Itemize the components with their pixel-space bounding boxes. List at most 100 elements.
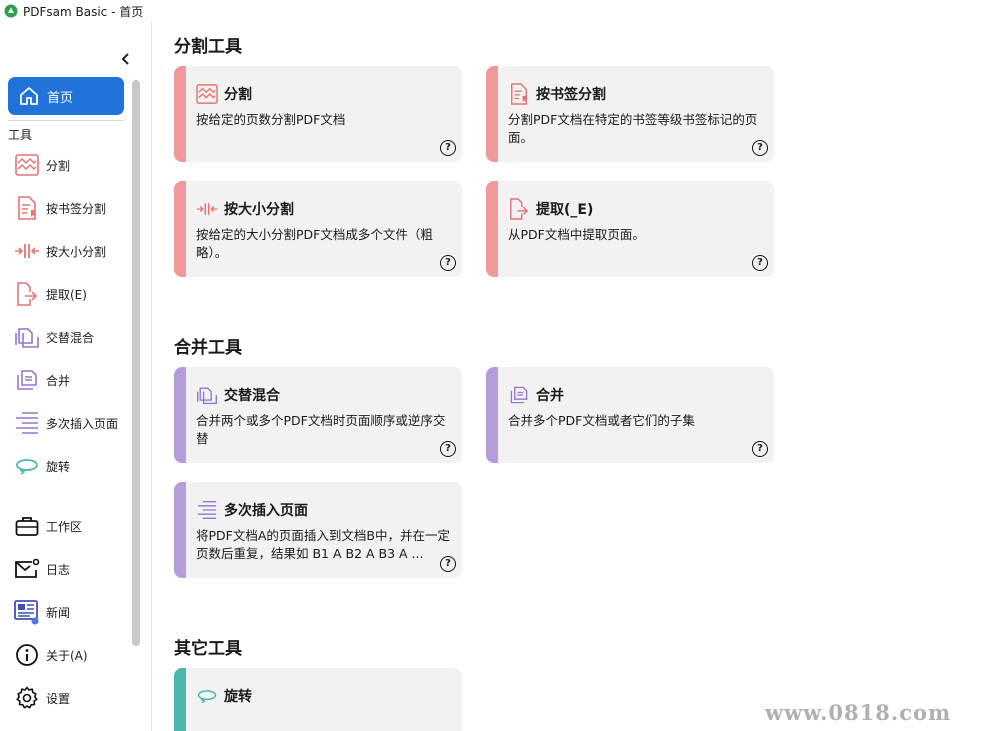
card-stripe [174,367,186,463]
home-icon [20,87,38,105]
sidebar-item-label: 关于(A) [46,648,88,663]
sidebar-item-label: 多次插入页面 [46,416,119,431]
size-split-icon [196,198,218,220]
card-stripe [174,668,186,731]
sidebar-item-label: 首页 [47,90,74,106]
sidebar-item-label: 交替混合 [46,330,95,345]
card-stripe [486,181,498,277]
merge-icon [508,384,530,406]
sidebar-item-label: 设置 [46,691,71,706]
help-icon[interactable]: ? [440,140,456,156]
tool-card-merge[interactable]: 合并 合并多个PDF文档或者它们的子集 ? [486,367,774,463]
help-icon[interactable]: ? [752,140,768,156]
card-description: 按给定的大小分割PDF文档成多个文件（粗略）。 [196,227,433,260]
sidebar-item-label: 提取(E) [46,287,87,302]
watermark: www.0818.com [765,700,952,725]
tool-card-rotate[interactable]: 旋转 [174,668,462,731]
sidebar-item-news[interactable]: 新闻 [8,595,124,629]
sidebar-item-settings[interactable]: 设置 [8,681,124,715]
card-description: 按给定的页数分割PDF文档 [196,112,346,127]
card-description: 合并多个PDF文档或者它们的子集 [508,413,695,428]
rotate-icon [14,453,40,479]
group-title-other: 其它工具 [174,639,242,659]
card-description: 从PDF文档中提取页面。 [508,227,645,242]
tool-card-size-split[interactable]: 按大小分割 按给定的大小分割PDF文档成多个文件（粗略）。 ? [174,181,462,277]
insert-pages-icon [196,499,218,521]
size-split-icon [14,238,40,264]
help-icon[interactable]: ? [440,441,456,457]
tool-card-insert-pages[interactable]: 多次插入页面 将PDF文档A的页面插入到文档B中，并在一定页数后重复，结果如 B… [174,482,462,578]
sidebar-item-merge[interactable]: 合并 [8,363,124,397]
sidebar-item-label: 分割 [46,158,71,173]
card-stripe [486,66,498,162]
card-stripe [174,482,186,578]
app-logo-icon [4,4,18,18]
sidebar-item-insert-pages[interactable]: 多次插入页面 [8,406,124,440]
alternate-mix-icon [14,324,40,350]
sidebar: 首页 工具 分割 按书签分割 按大小分割 提取(E) 交替混合 合并 多次插入页… [0,22,152,731]
merge-icon [14,367,40,393]
window-title: PDFsam Basic - 首页 [23,4,144,19]
extract-icon [508,198,530,220]
card-stripe [174,181,186,277]
help-icon[interactable]: ? [752,255,768,271]
card-description: 合并两个或多个PDF文档时页面顺序或逆序交替 [196,413,446,446]
help-icon[interactable]: ? [752,441,768,457]
sidebar-item-log[interactable]: 日志 [8,552,124,586]
card-title: 分割 [224,87,252,103]
help-icon[interactable]: ? [440,255,456,271]
tool-card-extract[interactable]: 提取(_E) 从PDF文档中提取页面。 ? [486,181,774,277]
sidebar-item-bookmark-split[interactable]: 按书签分割 [8,191,124,225]
title-bar: PDFsam Basic - 首页 [0,0,981,22]
chevron-left-icon [121,53,129,65]
sidebar-item-label: 按大小分割 [46,244,107,259]
main-content: 分割工具 分割 按给定的页数分割PDF文档 ? 按书签分割 分割PDF文档在特定… [152,22,981,731]
sidebar-item-label: 按书签分割 [46,201,107,216]
sidebar-item-about[interactable]: 关于(A) [8,638,124,672]
card-description: 分割PDF文档在特定的书签等级书签标记的页面。 [508,112,758,145]
sidebar-divider [8,120,124,121]
sidebar-item-label: 工作区 [46,519,83,534]
split-icon [14,152,40,178]
insert-pages-icon [14,410,40,436]
sidebar-item-alternate-mix[interactable]: 交替混合 [8,320,124,354]
collapse-sidebar-button[interactable] [117,50,135,68]
split-icon [196,83,218,105]
help-icon[interactable]: ? [440,556,456,572]
card-title: 旋转 [224,689,252,705]
sidebar-item-label: 新闻 [46,605,71,620]
card-title: 按书签分割 [536,87,606,103]
sidebar-item-rotate[interactable]: 旋转 [8,449,124,483]
info-icon [14,642,40,668]
tool-card-split[interactable]: 分割 按给定的页数分割PDF文档 ? [174,66,462,162]
tool-card-alternate-mix[interactable]: 交替混合 合并两个或多个PDF文档时页面顺序或逆序交替 ? [174,367,462,463]
sidebar-item-extract[interactable]: 提取(E) [8,277,124,311]
card-title: 按大小分割 [224,202,294,218]
sidebar-item-home[interactable]: 首页 [8,77,124,115]
card-stripe [486,367,498,463]
sidebar-item-split[interactable]: 分割 [8,148,124,182]
bookmark-split-icon [508,83,530,105]
tool-card-bookmark-split[interactable]: 按书签分割 分割PDF文档在特定的书签等级书签标记的页面。 ? [486,66,774,162]
card-stripe [174,66,186,162]
sidebar-scrollbar[interactable] [132,80,140,646]
bookmark-split-icon [14,195,40,221]
alternate-mix-icon [196,384,218,406]
group-title-split: 分割工具 [174,37,242,57]
sidebar-item-label: 合并 [46,373,71,388]
extract-icon [14,281,40,307]
group-title-merge: 合并工具 [174,338,242,358]
news-icon [14,599,40,625]
sidebar-item-size-split[interactable]: 按大小分割 [8,234,124,268]
sidebar-item-label: 日志 [46,562,71,577]
card-description: 将PDF文档A的页面插入到文档B中，并在一定页数后重复，结果如 B1 A B2 … [196,528,450,561]
gear-icon [14,685,40,711]
sidebar-item-label: 旋转 [46,459,71,474]
card-title: 交替混合 [224,388,280,404]
sidebar-section-tools: 工具 [8,128,33,142]
sidebar-item-workspace[interactable]: 工作区 [8,509,124,543]
briefcase-icon [14,513,40,539]
rotate-icon [196,685,218,707]
mail-icon [14,556,40,582]
card-title: 合并 [536,388,564,404]
